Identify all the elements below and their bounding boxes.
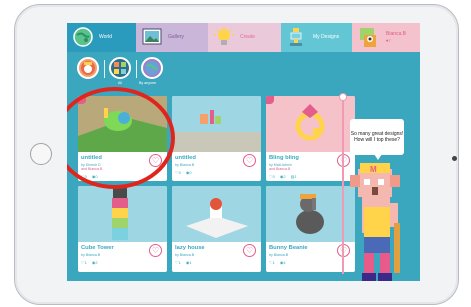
- like-button[interactable]: ♡: [149, 244, 162, 257]
- card-by: by Bianca.B: [175, 253, 195, 257]
- views-stat: ◉0: [186, 170, 192, 175]
- globe-icon: [73, 27, 93, 47]
- app-screen: World Gallery Create My Designs Bianca.B…: [67, 23, 420, 281]
- card-title: untitled: [175, 155, 196, 161]
- comments-stat: ▤1: [291, 174, 297, 179]
- card-title: Cube Tower: [81, 245, 114, 251]
- card-title: lazy house: [175, 245, 205, 251]
- design-card[interactable]: Cube Tower by Bianca.B ♡ ♡1 ◉2: [78, 186, 167, 272]
- avatar-icon: [360, 28, 376, 47]
- filter-divider: [136, 60, 137, 78]
- user-avatar-icon: [81, 61, 95, 75]
- views-stat: ◉2: [92, 260, 98, 265]
- likes-stat: ♡1: [81, 260, 87, 265]
- gallery-icon: [142, 28, 162, 45]
- card-authors: by Bianca.B: [175, 253, 194, 257]
- filter-divider: [104, 60, 105, 78]
- design-thumbnail: [172, 96, 261, 152]
- tab-label: My Designs: [313, 34, 340, 40]
- grid-icon: [114, 62, 126, 74]
- lightbulb-icon: [214, 27, 234, 45]
- likes-stat: ♡0: [175, 170, 181, 175]
- likes-count: 1: [178, 260, 181, 265]
- mascot-character: M: [350, 163, 400, 281]
- filter-anyone-button[interactable]: [141, 57, 163, 79]
- card-by: by Matt Admin: [269, 163, 292, 167]
- views-count: 4: [283, 260, 286, 265]
- tab-world[interactable]: World: [67, 23, 136, 52]
- filter-bar: All By anyone: [77, 57, 207, 87]
- views-count: 2: [95, 260, 98, 265]
- card-and: and Bianca.B: [269, 167, 291, 172]
- card-title: Bling bling: [269, 155, 299, 161]
- views-stat: ◉4: [280, 260, 286, 265]
- tab-gallery[interactable]: Gallery: [136, 23, 208, 52]
- top-tab-bar: World Gallery Create My Designs Bianca.B…: [67, 23, 420, 52]
- card-authors: by Bianca.B: [81, 253, 100, 257]
- design-card[interactable]: lazy house by Bianca.B ♡ ♡1 ◉1: [172, 186, 261, 272]
- views-stat: ◉1: [186, 260, 192, 265]
- scrollbar-thumb[interactable]: [339, 93, 347, 101]
- speech-bubble: So many great designs! How will I top th…: [350, 119, 404, 160]
- likes-stat: ♡0: [269, 174, 275, 179]
- edit-badge: [266, 96, 274, 104]
- views-stat: ◉2: [280, 174, 286, 179]
- card-authors: by Matt Admin and Bianca.B: [269, 163, 292, 172]
- profile-hearts: ♥7: [386, 38, 391, 43]
- comments-count: 1: [294, 174, 297, 179]
- card-by: by Bianca.B: [175, 163, 195, 167]
- filter-all-button[interactable]: [109, 57, 131, 79]
- likes-stat: ♡1: [175, 260, 181, 265]
- design-card[interactable]: untitled by Bianca.B ♡ ♡0 ◉0: [172, 96, 261, 181]
- likes-stat: ♡1: [269, 260, 275, 265]
- globe-icon: [145, 61, 159, 75]
- card-stats: ♡1 ◉1: [175, 260, 192, 265]
- tab-my-designs[interactable]: My Designs: [281, 23, 352, 52]
- card-stats: ♡1 ◉2: [81, 260, 98, 265]
- likes-count: 0: [178, 170, 181, 175]
- card-stats: ♡1 ◉4: [269, 260, 286, 265]
- card-authors: by Bianca.B: [269, 253, 288, 257]
- camera-icon: [452, 156, 457, 161]
- card-stats: ♡0 ◉2 ▤1: [269, 174, 297, 179]
- tab-profile[interactable]: Bianca.B ♥7: [352, 23, 420, 52]
- heart-icon: ♡: [246, 156, 254, 165]
- tab-label: World: [99, 34, 112, 40]
- filter-anyone-label: By anyone: [139, 81, 156, 85]
- heart-icon: ♡: [152, 246, 160, 255]
- scrollbar-track[interactable]: [342, 96, 344, 274]
- design-thumbnail: [78, 186, 167, 242]
- likes-count: 1: [84, 260, 87, 265]
- profile-name: Bianca.B: [386, 31, 407, 37]
- heart-icon: ♡: [246, 246, 254, 255]
- svg-text:M: M: [370, 165, 377, 174]
- home-button[interactable]: [30, 143, 52, 165]
- tab-create[interactable]: Create: [208, 23, 281, 52]
- likes-count: 1: [272, 260, 275, 265]
- views-count: 2: [283, 174, 286, 179]
- card-authors: by Bianca.B: [175, 163, 194, 167]
- card-by: by Bianca.B: [81, 253, 101, 257]
- filter-all-label: All: [118, 81, 122, 85]
- views-count: 0: [189, 170, 192, 175]
- trophy-icon: [290, 28, 302, 46]
- views-count: 1: [189, 260, 192, 265]
- tab-label: Create: [240, 34, 256, 40]
- like-button[interactable]: ♡: [243, 244, 256, 257]
- card-title: Bunny Beanie: [269, 245, 308, 251]
- likes-count: 0: [272, 174, 275, 179]
- card-by: by Bianca.B: [269, 253, 289, 257]
- like-button[interactable]: ♡: [243, 154, 256, 167]
- tab-label: Gallery: [168, 34, 184, 40]
- card-stats: ♡0 ◉0: [175, 170, 192, 175]
- design-thumbnail: [172, 186, 261, 242]
- filter-me-button[interactable]: [77, 57, 99, 79]
